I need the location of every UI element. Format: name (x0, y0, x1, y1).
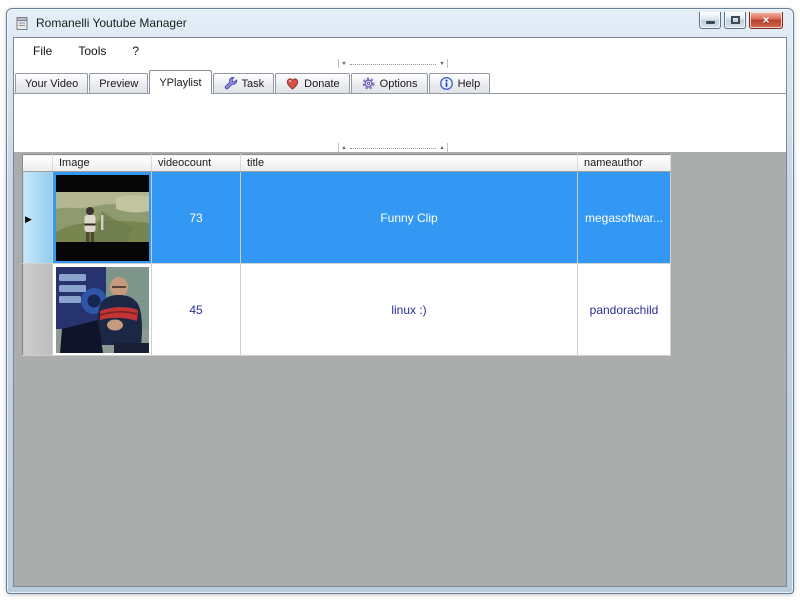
tab-strip: Your Video Preview YPlaylist Task Donate… (14, 70, 786, 94)
nameauthor-cell[interactable]: pandorachild (577, 263, 671, 356)
close-button[interactable]: × (749, 11, 783, 29)
tab-label: Options (379, 77, 418, 90)
grid-header-row: Image videocount title nameauthor (22, 154, 671, 172)
tab-task[interactable]: Task (212, 73, 275, 93)
playlist-panel: Image videocount title nameauthor ▶ 73 F… (14, 152, 786, 586)
thumbnail-cell[interactable] (52, 263, 152, 356)
maximize-button[interactable] (724, 11, 746, 29)
collapse-up-icon: ▲ (439, 144, 445, 151)
row-selector-cell[interactable]: ▶ (22, 171, 53, 264)
videocount-cell[interactable]: 73 (151, 171, 241, 264)
title-cell[interactable]: linux :) (240, 263, 578, 356)
minimize-icon (705, 21, 715, 24)
tab-your-video[interactable]: Your Video (15, 73, 89, 93)
current-row-arrow-icon: ▶ (25, 213, 32, 224)
thumbnail-cell[interactable] (52, 171, 152, 264)
tech-show-video-thumbnail (55, 266, 149, 353)
menu-tools[interactable]: Tools (69, 41, 115, 61)
window-controls: × (699, 11, 783, 29)
tab-options[interactable]: Options (350, 73, 428, 93)
close-icon: × (762, 12, 770, 27)
window-content: File Tools ? ▼ ▼ Your Video Preview YPla… (13, 37, 787, 587)
menu-file[interactable]: File (24, 41, 61, 61)
nameauthor-cell[interactable]: megasoftwar... (577, 171, 671, 264)
tab-label: Preview (99, 77, 139, 90)
videocount-cell[interactable]: 45 (151, 263, 241, 356)
collapse-down-icon: ▼ (439, 60, 445, 67)
tab-help[interactable]: Help (428, 73, 491, 93)
minimize-button[interactable] (699, 11, 721, 29)
gear-icon (361, 76, 376, 91)
tab-donate[interactable]: Donate (275, 73, 350, 93)
splitter-grip (349, 148, 437, 149)
tab-label: Donate (304, 77, 340, 90)
collapse-splitter-grid[interactable]: ▲ ▲ (338, 143, 448, 152)
tab-label: Help (457, 77, 481, 90)
splitter-grip (349, 64, 437, 65)
playlist-row-linux[interactable]: 45 linux :) pandorachild (22, 263, 671, 356)
column-header-selector (22, 154, 53, 172)
column-header-image[interactable]: Image (52, 154, 152, 172)
tab-label: Task (241, 77, 265, 90)
tab-label: Your Video (25, 77, 79, 90)
collapse-splitter-top[interactable]: ▼ ▼ (338, 59, 448, 68)
maximize-icon (730, 15, 740, 24)
tab-label: YPlaylist (159, 76, 202, 89)
playlist-row-funny-clip[interactable]: ▶ 73 Funny Clip megasoftwar... (22, 171, 671, 264)
column-header-videocount[interactable]: videocount (151, 154, 241, 172)
menu-help[interactable]: ? (123, 41, 148, 61)
collapse-up-icon: ▲ (341, 144, 347, 151)
tab-preview[interactable]: Preview (89, 73, 149, 93)
heart-icon (285, 76, 300, 91)
app-icon (15, 16, 30, 31)
window-title: Romanelli Youtube Manager (36, 16, 187, 30)
playlist-grid: Image videocount title nameauthor ▶ 73 F… (22, 154, 671, 356)
field-scene-video-thumbnail (55, 174, 149, 261)
column-header-title[interactable]: title (240, 154, 578, 172)
title-cell[interactable]: Funny Clip (240, 171, 578, 264)
tab-yplaylist[interactable]: YPlaylist (149, 70, 212, 94)
title-bar[interactable]: Romanelli Youtube Manager × (7, 9, 793, 37)
wrench-icon (223, 76, 238, 91)
collapse-down-icon: ▼ (341, 60, 347, 67)
app-window: Romanelli Youtube Manager × File Tools ?… (6, 8, 794, 594)
column-header-nameauthor[interactable]: nameauthor (577, 154, 671, 172)
info-icon (439, 76, 454, 91)
row-selector-cell[interactable] (22, 263, 53, 356)
